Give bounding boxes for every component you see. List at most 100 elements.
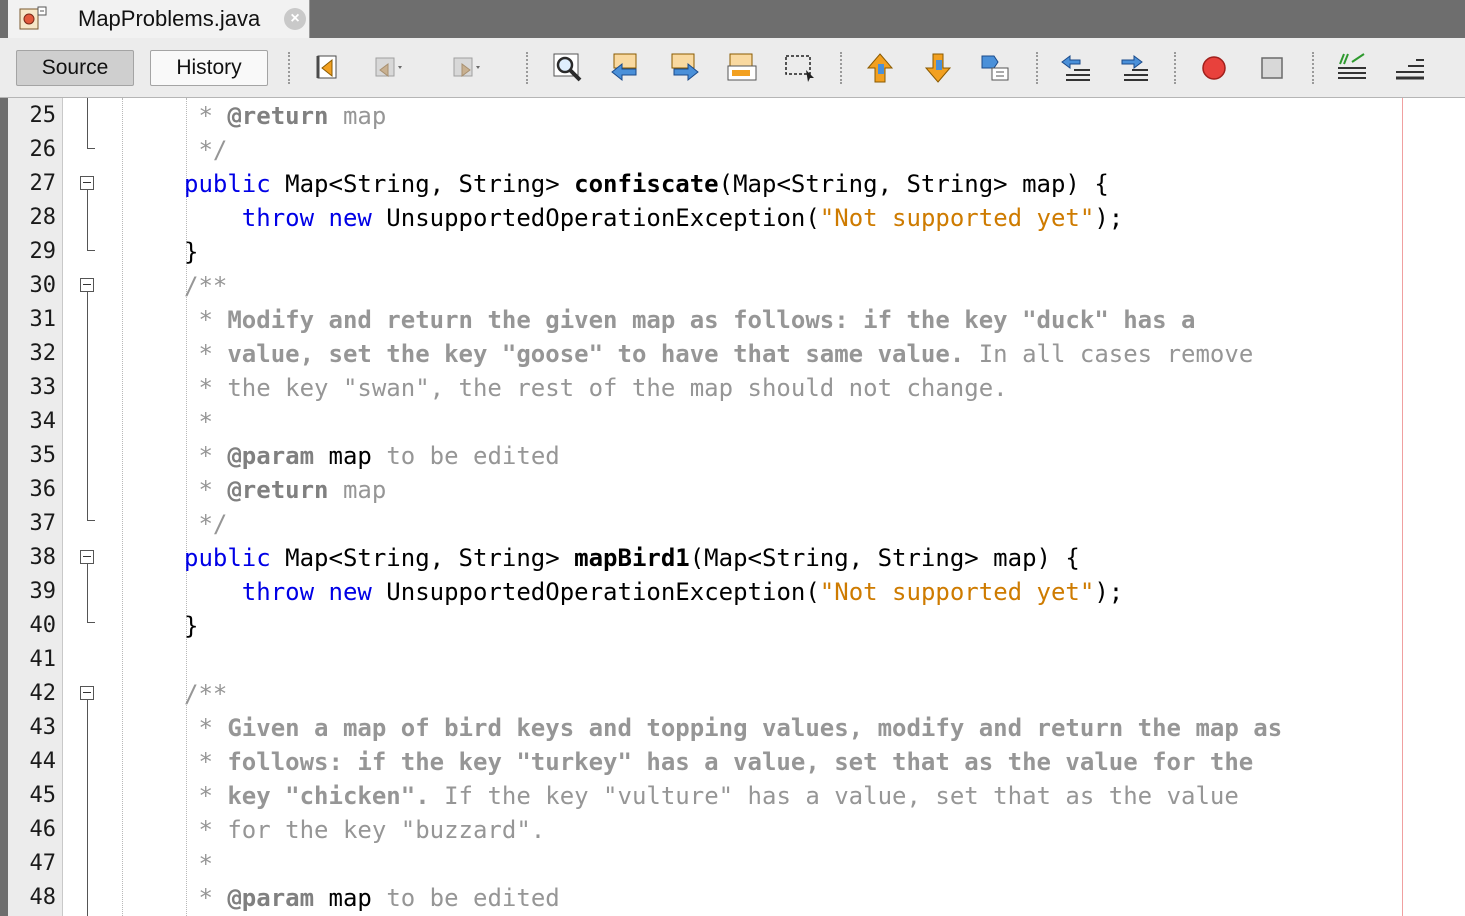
tab-title: MapProblems.java — [78, 6, 261, 31]
start-macro-recording-icon[interactable] — [1196, 50, 1232, 86]
line-number: 45 — [29, 783, 57, 808]
fold-toggle-icon[interactable] — [80, 176, 94, 190]
forward-icon[interactable] — [448, 50, 484, 86]
find-previous-icon[interactable] — [608, 50, 644, 86]
code-token: ); — [1094, 204, 1124, 232]
code-token: (Map<String, String> map) { — [718, 170, 1109, 198]
line-number: 37 — [29, 511, 57, 536]
fold-toggle-icon[interactable] — [80, 278, 94, 292]
code-token: UnsupportedOperationException( — [371, 578, 820, 606]
code-token: /** — [184, 272, 228, 300]
toggle-rectangular-selection-icon[interactable] — [782, 50, 818, 86]
code-token: } — [184, 612, 199, 640]
line-number: 31 — [29, 307, 57, 332]
code-line: } — [184, 235, 198, 269]
history-view-button[interactable]: History — [150, 50, 268, 86]
line-number: 40 — [29, 613, 57, 638]
uncomment-icon[interactable] — [1392, 50, 1428, 86]
line-number: 42 — [29, 681, 57, 706]
line-number: 48 — [29, 885, 57, 910]
code-token: * — [184, 476, 228, 504]
code-token: * — [184, 442, 228, 470]
toggle-bookmark-icon[interactable] — [978, 50, 1014, 86]
back-icon[interactable] — [370, 50, 406, 86]
code-token: new — [328, 204, 372, 232]
code-token: */ — [184, 510, 228, 538]
editor-toolbar: Source History — [0, 38, 1465, 98]
stop-macro-recording-icon[interactable] — [1254, 50, 1290, 86]
shift-right-icon[interactable] — [1116, 50, 1152, 86]
fold-column — [63, 98, 125, 916]
comment-icon[interactable] — [1334, 50, 1370, 86]
code-line: * key "chicken". If the key "vulture" ha… — [184, 779, 1238, 813]
code-line: public Map<String, String> mapBird1(Map<… — [184, 541, 1080, 575]
code-token: to be edited — [371, 442, 560, 470]
code-line: * the key "swan", the rest of the map sh… — [184, 371, 1007, 405]
code-line: */ — [184, 507, 227, 541]
code-token: map — [328, 102, 387, 130]
tab-mapproblems-java[interactable]: MapProblems.java × — [8, 0, 310, 38]
code-line: * @param map to be edited — [184, 881, 559, 915]
line-number: 25 — [29, 103, 57, 128]
code-token: UnsupportedOperationException( — [371, 204, 820, 232]
code-line: * Given a map of bird keys and topping v… — [184, 711, 1282, 745]
code-token: * for the key "buzzard". — [184, 816, 546, 844]
indent-guide — [122, 98, 123, 916]
window-edge — [0, 98, 8, 916]
code-line: * follows: if the key "turkey" has a val… — [184, 745, 1253, 779]
code-editor[interactable]: 25 26 27 28 29 30 31 32 33 34 35 36 37 38 39 40 41 42 43 44… — [8, 98, 1465, 916]
line-number: 29 — [29, 239, 57, 264]
code-token: @return — [227, 102, 329, 130]
line-number: 44 — [29, 749, 57, 774]
code-line: * for the key "buzzard". — [184, 813, 545, 847]
previous-bookmark-icon[interactable] — [862, 50, 898, 86]
code-line: * @return map — [184, 473, 386, 507]
code-token: @return — [227, 476, 329, 504]
line-number: 30 — [29, 273, 57, 298]
code-token: * — [184, 340, 228, 368]
line-number: 46 — [29, 817, 57, 842]
code-token: * — [184, 408, 213, 436]
code-token: (Map<String, String> map) { — [689, 544, 1080, 572]
code-line: /** — [184, 269, 227, 303]
next-bookmark-icon[interactable] — [920, 50, 956, 86]
line-number: 39 — [29, 579, 57, 604]
code-token: public — [184, 544, 271, 572]
fold-toggle-icon[interactable] — [80, 686, 94, 700]
code-line: } — [184, 609, 198, 643]
toggle-highlight-icon[interactable] — [724, 50, 760, 86]
shift-left-icon[interactable] — [1058, 50, 1094, 86]
code-line: * @return map — [184, 99, 386, 133]
find-next-icon[interactable] — [666, 50, 702, 86]
line-number: 43 — [29, 715, 57, 740]
code-token: follows: if the key "turkey" has a value… — [227, 748, 1254, 776]
close-icon[interactable]: × — [284, 8, 306, 30]
line-number: 26 — [29, 137, 57, 162]
code-token: map — [328, 884, 372, 912]
find-icon[interactable] — [550, 50, 586, 86]
code-token: confiscate — [574, 170, 719, 198]
java-file-icon — [18, 5, 48, 31]
last-edit-icon[interactable] — [310, 50, 346, 86]
code-line: * — [184, 847, 213, 881]
code-token: ); — [1094, 578, 1124, 606]
code-token: * — [184, 714, 228, 742]
code-token: Map<String, String> — [270, 544, 575, 572]
code-token: * — [184, 884, 228, 912]
toolbar-separator — [1036, 52, 1038, 84]
toolbar-separator — [840, 52, 842, 84]
code-line: */ — [184, 133, 227, 167]
code-token: @param — [227, 442, 315, 470]
right-margin-line — [1402, 98, 1403, 916]
source-view-button[interactable]: Source — [16, 50, 134, 86]
code-token: "Not supported yet" — [819, 578, 1095, 606]
code-line: throw new UnsupportedOperationException(… — [184, 201, 1123, 235]
line-number: 33 — [29, 375, 57, 400]
fold-toggle-icon[interactable] — [80, 550, 94, 564]
code-token: map — [328, 442, 372, 470]
code-token: * — [184, 850, 213, 878]
line-number: 34 — [29, 409, 57, 434]
